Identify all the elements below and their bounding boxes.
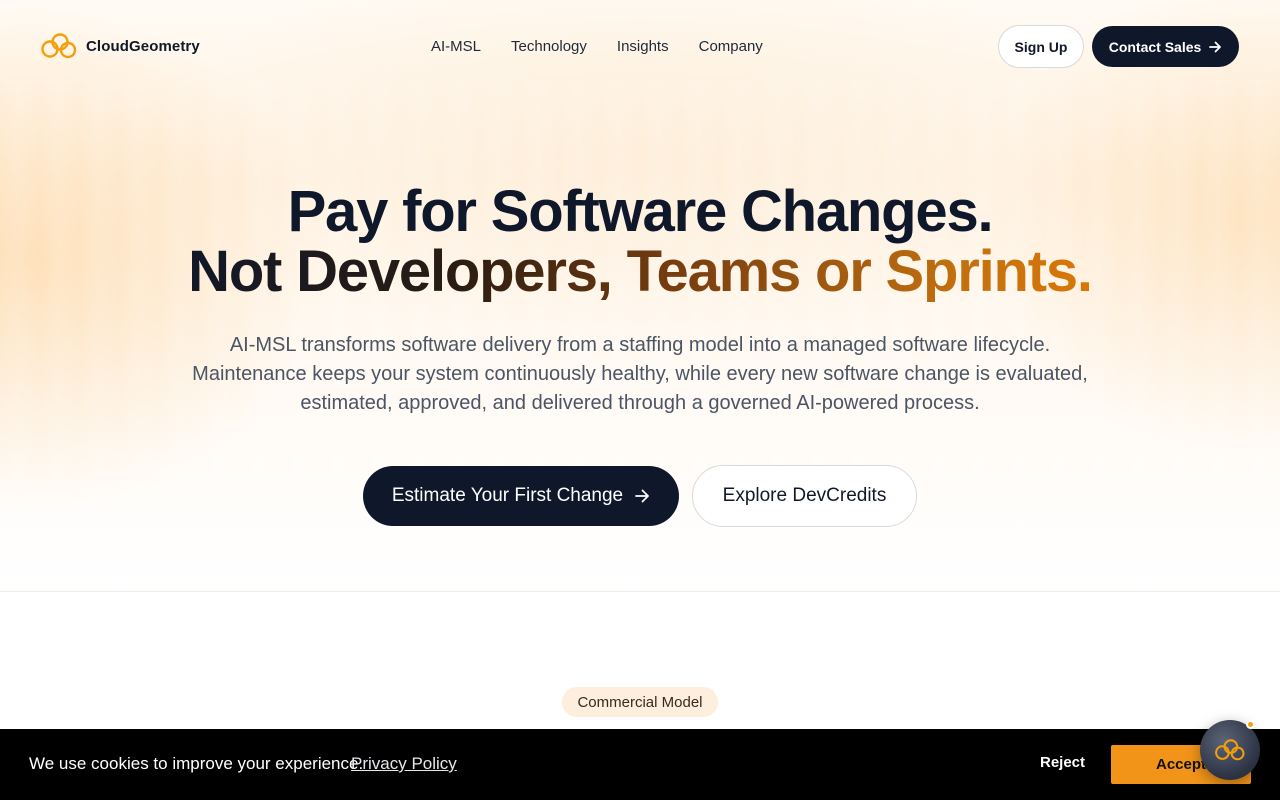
- nav-item-insights[interactable]: Insights: [617, 38, 669, 55]
- nav-item-company[interactable]: Company: [699, 38, 763, 55]
- section-badge-label: Commercial Model: [577, 693, 703, 711]
- arrow-right-icon: [635, 489, 650, 503]
- accept-label: Accept: [1155, 756, 1207, 773]
- contact-sales-label: Contact Sales: [1108, 38, 1202, 55]
- sign-up-button[interactable]: Sign Up: [998, 25, 1084, 68]
- sign-up-label: Sign Up: [1014, 38, 1068, 55]
- hero-subtitle-line-1: AI-MSL transforms software delivery from…: [229, 334, 1051, 356]
- section-divider: [0, 591, 1280, 592]
- main-nav: AI-MSL Technology Insights Company: [431, 38, 763, 55]
- cloud-link-icon: [41, 33, 77, 59]
- brand-name: CloudGeometry: [86, 37, 200, 55]
- cloud-link-icon: [1215, 739, 1245, 761]
- reject-button[interactable]: Reject: [1040, 754, 1085, 771]
- cookie-message: We use cookies to improve your experienc…: [29, 754, 364, 773]
- arrow-right-icon: [1209, 41, 1222, 52]
- hero-title-line-2: Not Developers, Teams or Sprints.: [188, 239, 1093, 304]
- estimate-first-change-button[interactable]: Estimate Your First Change: [363, 466, 679, 526]
- hero-title-line-1: Pay for Software Changes.: [287, 179, 994, 244]
- estimate-label: Estimate Your First Change: [391, 485, 624, 506]
- chat-status-indicator: [1246, 720, 1255, 729]
- hero-subtitle-line-3: estimated, approved, and delivered throu…: [300, 392, 980, 414]
- brand-logo[interactable]: CloudGeometry: [40, 32, 200, 60]
- explore-devcredits-button[interactable]: Explore DevCredits: [692, 465, 917, 527]
- cookie-banner: We use cookies to improve your experienc…: [0, 729, 1280, 800]
- hero-subtitle-line-2: Maintenance keeps your system continuous…: [192, 363, 1088, 385]
- nav-item-technology[interactable]: Technology: [511, 38, 587, 55]
- chat-widget-button[interactable]: [1200, 720, 1260, 780]
- section-badge: Commercial Model: [562, 687, 718, 717]
- explore-label: Explore DevCredits: [722, 485, 887, 506]
- hero-subtitle: AI-MSL transforms software delivery from…: [190, 331, 1090, 418]
- contact-sales-button[interactable]: Contact Sales: [1092, 26, 1239, 67]
- hero-title: Pay for Software Changes. Not Developers…: [0, 182, 1280, 302]
- nav-item-ai-msl[interactable]: AI-MSL: [431, 38, 481, 55]
- privacy-policy-link[interactable]: Privacy Policy: [351, 754, 457, 774]
